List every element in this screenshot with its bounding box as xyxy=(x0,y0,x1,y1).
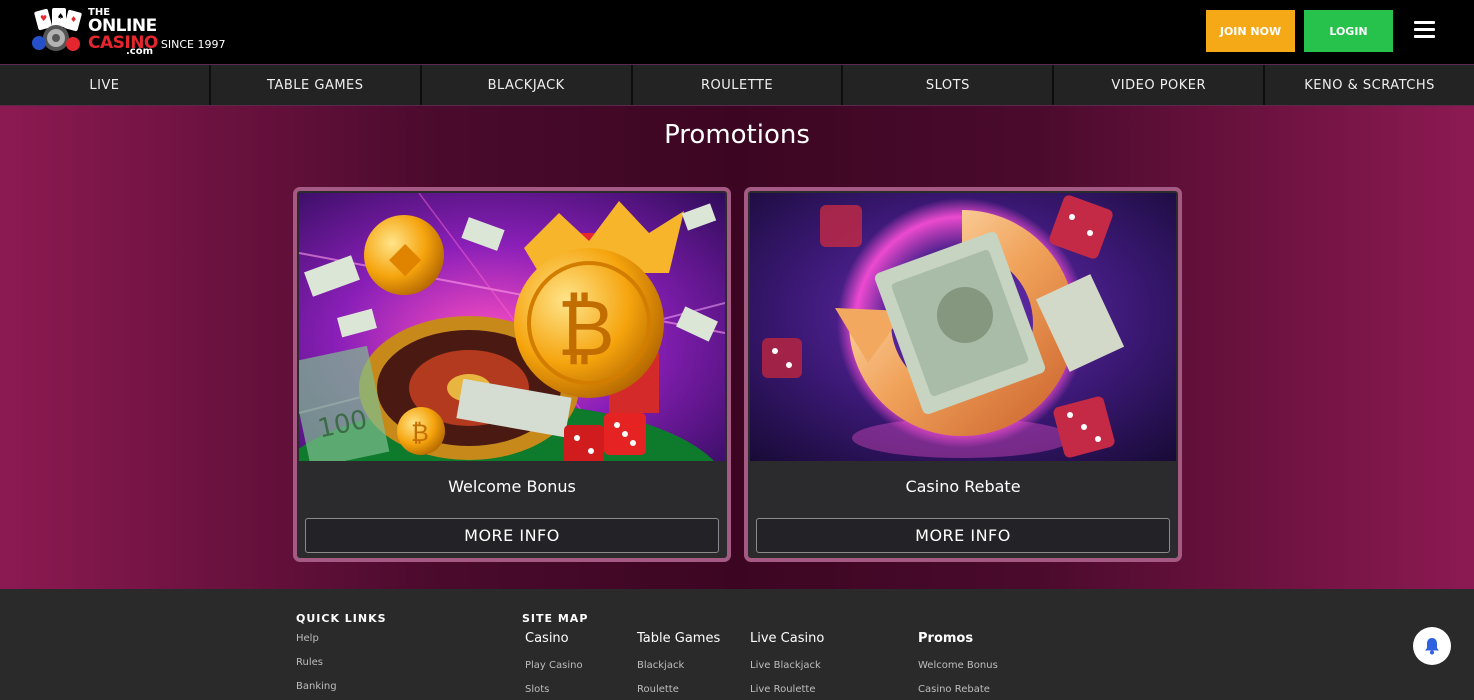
footer-link-blackjack[interactable]: Blackjack xyxy=(637,660,684,671)
sitemap-live-casino-title[interactable]: Live Casino xyxy=(750,631,824,646)
footer-link-slots[interactable]: Slots xyxy=(525,684,549,695)
footer-link-live-roulette[interactable]: Live Roulette xyxy=(750,684,815,695)
sitemap-promos-title[interactable]: Promos xyxy=(918,631,973,646)
nav-item-keno-scratchs[interactable]: KENO & SCRATCHS xyxy=(1265,65,1474,105)
cash-rebate-arrow-image[interactable] xyxy=(750,193,1176,461)
footer-link-live-blackjack[interactable]: Live Blackjack xyxy=(750,660,821,671)
crypto-coins-roulette-image[interactable]: 100 ◆ ₿ ₿ xyxy=(299,193,725,461)
logo-com: .com xyxy=(126,46,154,57)
nav-item-video-poker[interactable]: VIDEO POKER xyxy=(1054,65,1266,105)
site-map-heading: SITE MAP xyxy=(522,612,589,625)
main-nav: LIVE TABLE GAMES BLACKJACK ROULETTE SLOT… xyxy=(0,64,1474,106)
svg-text:♥: ♥ xyxy=(40,14,47,23)
join-now-button[interactable]: JOIN NOW xyxy=(1206,10,1295,52)
bell-icon[interactable] xyxy=(1413,627,1451,665)
footer-link-banking[interactable]: Banking xyxy=(296,681,337,692)
svg-text:₿: ₿ xyxy=(557,284,615,374)
nav-item-blackjack[interactable]: BLACKJACK xyxy=(422,65,633,105)
hamburger-menu-icon[interactable] xyxy=(1414,21,1435,39)
footer-link-help[interactable]: Help xyxy=(296,633,319,644)
promo-card-casino-rebate: Casino Rebate MORE INFO xyxy=(744,187,1182,562)
footer-link-casino-rebate[interactable]: Casino Rebate xyxy=(918,684,990,695)
footer-link-rules[interactable]: Rules xyxy=(296,657,323,668)
nav-item-live[interactable]: LIVE xyxy=(0,65,211,105)
svg-text:₿: ₿ xyxy=(411,419,429,447)
promotions-section: Promotions 100 ◆ ₿ ₿ Welcome Bonus MORE … xyxy=(0,106,1474,680)
card-title: Welcome Bonus xyxy=(448,477,576,496)
more-info-button[interactable]: MORE INFO xyxy=(305,518,719,553)
footer-link-play-casino[interactable]: Play Casino xyxy=(525,660,583,671)
logo-wordmark: THE ONLINE CASINO SINCE 1997 xyxy=(88,8,225,52)
logo-since: SINCE 1997 xyxy=(160,38,226,51)
svg-text:◆: ◆ xyxy=(389,232,422,281)
site-header: ♠ ♥ ♦ THE ONLINE CASINO SINCE 1997 .com J… xyxy=(0,0,1474,64)
nav-item-table-games[interactable]: TABLE GAMES xyxy=(211,65,422,105)
sitemap-casino-title[interactable]: Casino xyxy=(525,631,569,646)
nav-item-slots[interactable]: SLOTS xyxy=(843,65,1055,105)
more-info-button[interactable]: MORE INFO xyxy=(756,518,1170,553)
sitemap-table-games-title[interactable]: Table Games xyxy=(637,631,720,646)
quick-links-heading: QUICK LINKS xyxy=(296,612,387,625)
casino-chips-logo-icon: ♠ ♥ ♦ xyxy=(32,8,82,51)
footer-link-welcome-bonus[interactable]: Welcome Bonus xyxy=(918,660,998,671)
site-footer: QUICK LINKS Help Rules Banking SITE MAP … xyxy=(0,589,1474,700)
promo-card-welcome-bonus: 100 ◆ ₿ ₿ Welcome Bonus MORE INFO xyxy=(293,187,731,562)
login-button[interactable]: LOGIN xyxy=(1304,10,1393,52)
page-title: Promotions xyxy=(664,120,810,150)
nav-item-roulette[interactable]: ROULETTE xyxy=(633,65,844,105)
svg-text:♠: ♠ xyxy=(57,12,64,21)
card-title: Casino Rebate xyxy=(905,477,1021,496)
site-logo[interactable]: ♠ ♥ ♦ THE ONLINE CASINO SINCE 1997 .com xyxy=(30,8,230,57)
svg-text:♦: ♦ xyxy=(70,15,77,24)
footer-link-roulette[interactable]: Roulette xyxy=(637,684,679,695)
